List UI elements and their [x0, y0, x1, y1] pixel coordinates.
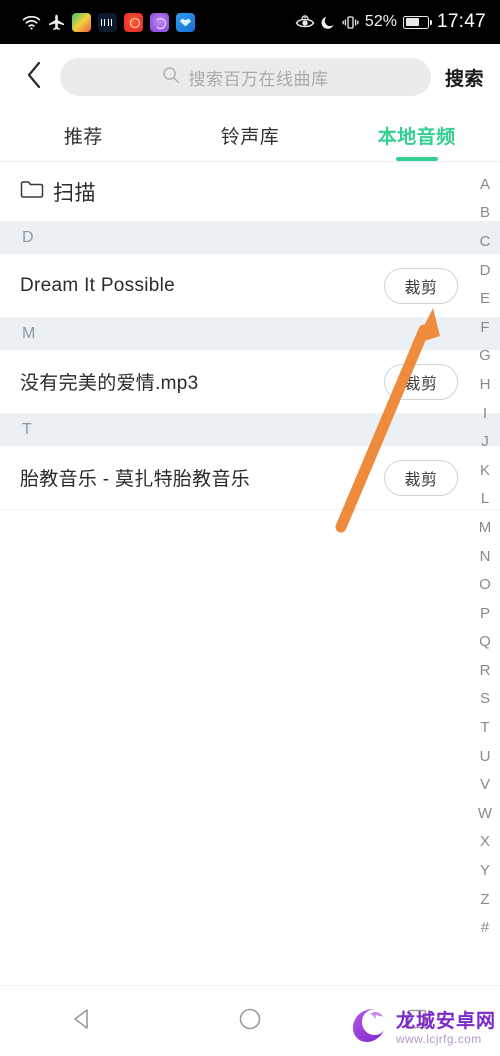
tab-ringtone-library-label: 铃声库	[220, 127, 280, 148]
song-row[interactable]: 没有完美的爱情.mp3 裁剪	[0, 350, 500, 414]
alpha-index-letter[interactable]: L	[470, 485, 500, 514]
alpha-index-letter[interactable]: Q	[470, 628, 500, 657]
section-header-letter: M	[22, 325, 36, 342]
search-bar: 搜索百万在线曲库 搜索	[0, 44, 500, 110]
alpha-index-letter[interactable]: J	[470, 427, 500, 456]
watermark-text-group: 龙城安卓网 www.lcjrfg.com	[396, 1012, 496, 1045]
dragon-logo-icon	[346, 1003, 392, 1054]
search-submit-button[interactable]: 搜索	[439, 56, 486, 99]
status-bar-left-icons	[22, 12, 195, 32]
watermark-title: 龙城安卓网	[395, 1011, 496, 1032]
scan-label: 扫描	[53, 181, 96, 205]
alpha-index-letter[interactable]: B	[470, 199, 500, 228]
status-bar: 52% 17:47	[0, 0, 500, 44]
alpha-index-letter[interactable]: T	[470, 713, 500, 742]
scan-row[interactable]: 扫描	[0, 162, 500, 222]
app-icon-stocks	[98, 12, 117, 32]
alpha-index-letter[interactable]: G	[470, 342, 500, 371]
song-title: 没有完美的爱情.mp3	[20, 373, 199, 394]
alpha-index-letter[interactable]: H	[470, 370, 500, 399]
status-bar-right-icons: 52% 17:47	[295, 11, 486, 33]
alpha-index-letter[interactable]: M	[470, 513, 500, 542]
alpha-index-letter[interactable]: P	[470, 599, 500, 628]
alpha-index-letter[interactable]: E	[470, 284, 500, 313]
alpha-index-letter[interactable]: W	[470, 799, 500, 828]
battery-icon	[402, 15, 432, 29]
nav-home-button[interactable]	[215, 993, 285, 1049]
battery-percent-label: 52%	[364, 13, 397, 30]
app-icon-gallery	[72, 12, 91, 32]
tab-recommend-label: 推荐	[63, 127, 103, 148]
clock-label: 17:47	[436, 11, 486, 32]
nav-back-triangle-icon	[70, 1006, 96, 1037]
alpha-index-letter[interactable]: Y	[470, 856, 500, 885]
song-row[interactable]: Dream It Possible 裁剪	[0, 254, 500, 318]
alpha-index-letter[interactable]: K	[470, 456, 500, 485]
section-header-t: T	[0, 414, 500, 446]
folder-icon	[20, 179, 44, 204]
alpha-index-letter[interactable]: I	[470, 399, 500, 428]
back-button[interactable]	[12, 55, 56, 99]
alpha-index-letter[interactable]: X	[470, 828, 500, 857]
crop-button[interactable]: 裁剪	[384, 267, 458, 304]
tab-bar: 推荐 铃声库 本地音频	[0, 110, 500, 162]
alpha-index-letter[interactable]: A	[470, 170, 500, 199]
nav-back-button[interactable]	[48, 993, 118, 1049]
alpha-index-letter[interactable]: D	[470, 256, 500, 285]
app-icon-weather	[176, 12, 195, 32]
section-header-m: M	[0, 318, 500, 350]
alpha-index-letter[interactable]: R	[470, 656, 500, 685]
alpha-index-letter[interactable]: O	[470, 570, 500, 599]
crop-button[interactable]: 裁剪	[384, 459, 458, 496]
app-icon-timer	[124, 12, 143, 32]
alpha-index-letter[interactable]: F	[470, 313, 500, 342]
song-title: Dream It Possible	[20, 274, 176, 296]
local-audio-list: 扫描 D Dream It Possible 裁剪 M 没有完美的爱情.mp3 …	[0, 162, 500, 962]
alpha-index-letter[interactable]: V	[470, 770, 500, 799]
alphabet-index-scrubber[interactable]: A B C D E F G H I J K L M N O P Q R S T U V W X Y Z #	[470, 162, 500, 942]
vibrate-icon	[342, 15, 359, 30]
crop-button[interactable]: 裁剪	[384, 363, 458, 400]
alpha-index-letter[interactable]: U	[470, 742, 500, 771]
alpha-index-letter[interactable]: Z	[470, 885, 500, 914]
moon-icon	[321, 15, 336, 30]
tab-local-audio[interactable]: 本地音频	[333, 110, 500, 161]
watermark-url: www.lcjrfg.com	[395, 1032, 482, 1046]
phone-screen: 52% 17:47 搜索百万在线曲库 搜索 推荐 铃声库 本地音频 扫描 D D…	[0, 0, 500, 1056]
alpha-index-letter[interactable]: S	[470, 685, 500, 714]
site-watermark: 龙城安卓网 www.lcjrfg.com	[346, 1003, 496, 1054]
section-header-d: D	[0, 222, 500, 254]
tab-recommend[interactable]: 推荐	[0, 110, 167, 161]
search-placeholder: 搜索百万在线曲库	[188, 69, 329, 89]
alpha-index-letter[interactable]: C	[470, 227, 500, 256]
eye-comfort-icon	[295, 14, 315, 30]
song-title: 胎教音乐 - 莫扎特胎教音乐	[20, 469, 251, 490]
tab-local-audio-label: 本地音频	[377, 127, 456, 148]
app-icon-clock	[150, 12, 169, 32]
wifi-icon	[22, 15, 41, 30]
section-header-letter: T	[22, 421, 32, 438]
airplane-mode-icon	[48, 14, 65, 31]
alpha-index-letter[interactable]: N	[470, 542, 500, 571]
section-header-letter: D	[22, 229, 34, 246]
search-icon	[162, 66, 180, 89]
tab-ringtone-library[interactable]: 铃声库	[167, 110, 334, 161]
nav-home-circle-icon	[237, 1006, 263, 1037]
song-row[interactable]: 胎教音乐 - 莫扎特胎教音乐 裁剪	[0, 446, 500, 510]
chevron-left-icon	[26, 61, 42, 94]
alpha-index-letter[interactable]: #	[470, 913, 500, 942]
search-input[interactable]: 搜索百万在线曲库	[60, 58, 431, 96]
